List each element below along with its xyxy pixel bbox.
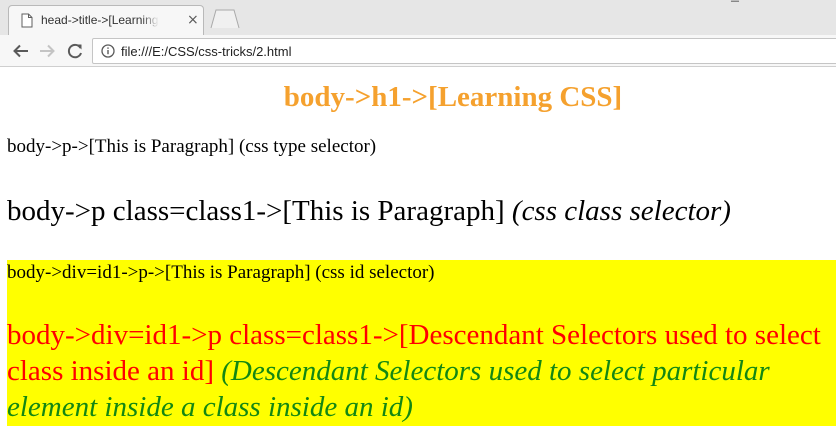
new-tab-button[interactable] — [210, 9, 240, 29]
class-selector-paragraph: body->p class=class1->[This is Paragraph… — [7, 194, 731, 228]
id1-div: body->div=id1->p->[This is Paragraph] (c… — [7, 260, 836, 426]
address-bar[interactable]: file:///E:/CSS/css-tricks/2.html — [92, 38, 836, 64]
id-selector-paragraph: body->div=id1->p->[This is Paragraph] (c… — [7, 262, 435, 283]
tab-title: head->title->[Learning CSS] — [41, 13, 159, 27]
browser-toolbar: file:///E:/CSS/css-tricks/2.html — [0, 35, 836, 67]
reload-icon[interactable] — [66, 42, 84, 60]
descendant-selector-paragraph: body->div=id1->p class=class1->[Descenda… — [7, 317, 836, 425]
info-icon[interactable] — [101, 44, 115, 63]
page-icon — [21, 13, 33, 33]
minimize-icon[interactable]: – — [730, 0, 752, 6]
page-heading: body->h1->[Learning CSS] — [283, 81, 623, 113]
back-arrow-icon[interactable] — [12, 42, 30, 60]
url-text[interactable]: file:///E:/CSS/css-tricks/2.html — [121, 44, 291, 59]
type-selector-paragraph: body->p->[This is Paragraph] (css type s… — [7, 136, 377, 157]
page-content: body->h1->[Learning CSS] body->p->[This … — [0, 67, 836, 426]
class-paragraph-text: body->p class=class1->[This is Paragraph… — [7, 195, 505, 227]
class-paragraph-emphasis: (css class selector) — [511, 195, 731, 227]
browser-tab[interactable]: head->title->[Learning CSS] × — [8, 5, 204, 35]
tab-strip: head->title->[Learning CSS] × – — [0, 0, 836, 35]
forward-arrow-icon[interactable] — [38, 42, 56, 60]
close-icon[interactable]: × — [187, 12, 199, 28]
